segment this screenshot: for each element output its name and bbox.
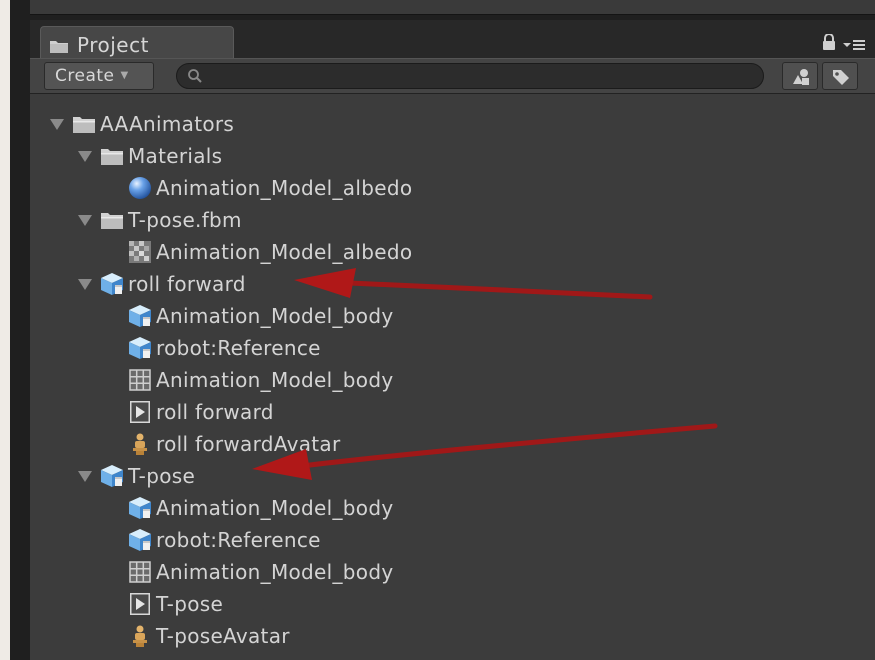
search-input[interactable] [209,66,753,88]
tree-row[interactable]: AAAnimators [30,108,875,140]
animation-clip-icon [128,400,152,424]
material-sphere-icon [128,176,152,200]
tree-row[interactable]: robot:Reference [30,332,875,364]
panel-menu-icon[interactable] [841,34,867,53]
tree-item-label: roll forward [128,272,246,296]
animation-clip-icon [128,592,152,616]
tree-row[interactable]: Animation_Model_albedo [30,172,875,204]
tree-row[interactable]: roll forwardAvatar [30,428,875,460]
project-toolbar: Create ▼ [30,58,875,94]
model-prefab-icon [128,304,152,328]
project-panel: Project Create ▼ AAAnimators Materials A… [30,20,875,660]
model-prefab-icon [128,336,152,360]
mesh-grid-icon [128,368,152,392]
tree-row[interactable]: Animation_Model_body [30,300,875,332]
tree-item-label: T-pose [156,592,224,616]
project-tree: AAAnimators Materials Animation_Model_albe… [30,96,875,660]
texture-icon [128,240,152,264]
model-prefab-icon [100,272,124,296]
expand-arrow-icon[interactable] [78,151,92,162]
expand-arrow-icon[interactable] [78,279,92,290]
tree-row[interactable]: Animation_Model_albedo [30,236,875,268]
tree-item-label: robot:Reference [156,528,321,552]
tree-item-label: roll forwardAvatar [156,432,341,456]
tree-row[interactable]: T-poseAvatar [30,620,875,652]
tree-item-label: T-pose.fbm [128,208,242,232]
tree-item-label: Animation_Model_albedo [156,240,413,264]
panel-controls [822,33,867,53]
tree-item-label: Animation_Model_body [156,304,394,328]
lock-icon[interactable] [822,33,841,53]
folder-icon [72,112,96,136]
filter-by-type-icon [793,69,809,85]
tree-row[interactable]: Materials [30,140,875,172]
model-prefab-icon [100,464,124,488]
create-dropdown[interactable]: Create ▼ [44,62,154,90]
search-by-label-button[interactable] [822,62,858,90]
editor-window: Project Create ▼ AAAnimators Materials A… [10,0,875,660]
tab-project-label: Project [77,33,149,57]
tab-project[interactable]: Project [40,26,234,62]
tree-item-label: Animation_Model_body [156,368,394,392]
tree-row[interactable]: Animation_Model_body [30,492,875,524]
tree-item-label: T-pose [128,464,196,488]
tree-item-label: robot:Reference [156,336,321,360]
tree-row[interactable]: T-pose [30,460,875,492]
tab-bar: Project [30,20,875,62]
search-by-type-button[interactable] [782,62,818,90]
model-prefab-icon [128,496,152,520]
folder-icon [100,144,124,168]
upper-panel-edge [30,0,875,15]
avatar-icon [128,432,152,456]
tree-item-label: Animation_Model_body [156,560,394,584]
tree-item-label: Materials [128,144,223,168]
tag-icon [833,70,849,85]
tree-row[interactable]: T-pose [30,588,875,620]
expand-arrow-icon[interactable] [78,215,92,226]
chevron-down-icon: ▼ [120,70,129,81]
tree-row[interactable]: T-pose.fbm [30,204,875,236]
tree-item-label: T-poseAvatar [156,624,290,648]
tree-row[interactable]: Animation_Model_body [30,364,875,396]
mesh-grid-icon [128,560,152,584]
tree-row[interactable]: roll forward [30,268,875,300]
model-prefab-icon [128,528,152,552]
tree-item-label: roll forward [156,400,274,424]
tree-row[interactable]: Animation_Model_body [30,556,875,588]
expand-arrow-icon[interactable] [78,471,92,482]
create-label: Create [55,66,115,86]
avatar-icon [128,624,152,648]
search-icon [187,68,203,88]
expand-arrow-icon[interactable] [50,119,64,130]
tree-item-label: Animation_Model_albedo [156,176,413,200]
tree-row[interactable]: roll forward [30,396,875,428]
search-field[interactable] [176,63,764,89]
tree-row[interactable]: robot:Reference [30,524,875,556]
folder-icon [100,208,124,232]
tree-item-label: AAAnimators [100,112,235,136]
folder-icon [49,35,69,59]
tree-item-label: Animation_Model_body [156,496,394,520]
